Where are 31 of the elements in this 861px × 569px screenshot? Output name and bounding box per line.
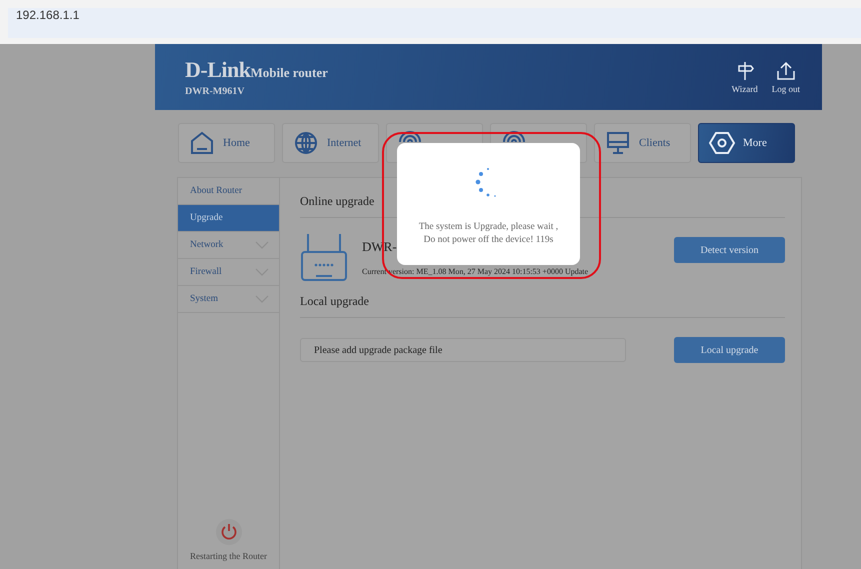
power-icon	[220, 523, 238, 541]
model-name: DWR-M961V	[185, 86, 246, 97]
header-action[interactable]: Log out	[772, 60, 800, 94]
header-action[interactable]: Wizard	[732, 60, 758, 94]
concentric-arcs-icon	[501, 130, 527, 142]
file-field[interactable]: Please add upgrade package file	[300, 338, 626, 362]
sidebar-item[interactable]: System	[178, 286, 279, 313]
router-icon	[300, 232, 348, 282]
product-title: Mobile router	[250, 65, 328, 81]
local-upgrade-button[interactable]: Local upgrade	[674, 337, 785, 363]
restart-label: Restarting the Router	[190, 551, 267, 561]
nav-tab[interactable]: Home	[178, 123, 275, 163]
nav-tab[interactable]: More	[698, 123, 795, 163]
address-bar[interactable]: 192.168.1.1	[8, 8, 861, 38]
current-version: Current version: ME_1.08 Mon, 27 May 2024 10:15:53 +0000 Update	[362, 266, 588, 276]
power-button[interactable]	[216, 519, 242, 545]
nav-tab[interactable]: Internet	[282, 123, 379, 163]
detect-version-button[interactable]: Detect version	[674, 237, 785, 263]
monitor-icon	[605, 130, 631, 156]
upload-icon	[776, 60, 796, 80]
dialog-message: The system is Upgrade, please wait , Do not power off the device! 119s	[418, 221, 558, 247]
home-icon	[189, 130, 215, 156]
sidebar-item[interactable]: Network	[178, 232, 279, 259]
sidebar-item[interactable]: Upgrade	[178, 205, 279, 232]
section-title: Local upgrade	[300, 294, 785, 318]
logo: D-Link	[185, 57, 250, 83]
hexagon-icon	[709, 130, 735, 156]
nav-tab[interactable]: Clients	[594, 123, 691, 163]
globe-icon	[293, 130, 319, 156]
concentric-arcs-icon	[397, 130, 423, 142]
sidebar-item[interactable]: Firewall	[178, 259, 279, 286]
